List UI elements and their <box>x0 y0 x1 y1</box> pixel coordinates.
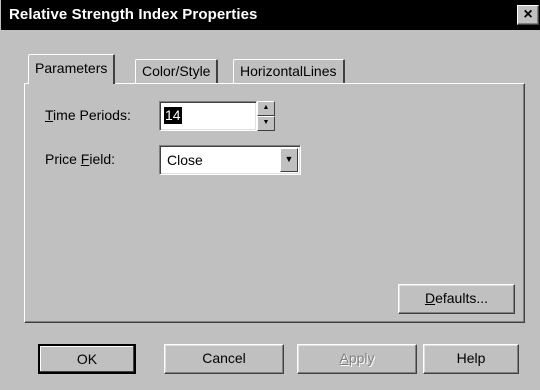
tab-parameters[interactable]: Parameters <box>28 54 116 84</box>
defaults-button[interactable]: Defaults... <box>398 284 515 314</box>
tab-color-style[interactable]: Color/Style <box>135 59 219 84</box>
cancel-button[interactable]: Cancel <box>164 344 284 374</box>
cancel-label: Cancel <box>202 350 246 366</box>
help-button[interactable]: Help <box>423 344 519 374</box>
help-label: Help <box>456 350 486 366</box>
close-icon: × <box>523 6 533 23</box>
price-field-value: Close <box>167 152 203 168</box>
price-field-label: Price Field: <box>45 151 116 167</box>
ok-label: OK <box>76 351 98 367</box>
spin-down-icon[interactable]: ▼ <box>257 116 275 131</box>
time-periods-label: Time Periods: <box>45 107 131 123</box>
apply-button[interactable]: Apply <box>297 344 417 374</box>
ok-button[interactable]: OK <box>38 344 136 374</box>
dialog-title: Relative Strength Index Properties <box>9 6 258 23</box>
close-button[interactable]: × <box>517 5 539 25</box>
time-periods-input[interactable]: 14 <box>159 101 257 131</box>
title-bar[interactable]: Relative Strength Index Properties × <box>1 0 540 30</box>
time-periods-spinner[interactable]: ▲ ▼ <box>257 101 275 131</box>
tab-label: HorizontalLines <box>240 63 337 79</box>
spin-up-icon[interactable]: ▲ <box>257 101 275 116</box>
tab-horizontal-lines[interactable]: HorizontalLines <box>233 59 345 84</box>
price-field-select[interactable]: Close ▼ <box>159 145 301 175</box>
chevron-down-icon[interactable]: ▼ <box>280 148 298 172</box>
properties-dialog: Relative Strength Index Properties × Par… <box>0 0 540 390</box>
time-periods-value: 14 <box>164 107 182 124</box>
tab-label: Color/Style <box>142 63 211 79</box>
tab-label: Parameters <box>35 60 108 76</box>
